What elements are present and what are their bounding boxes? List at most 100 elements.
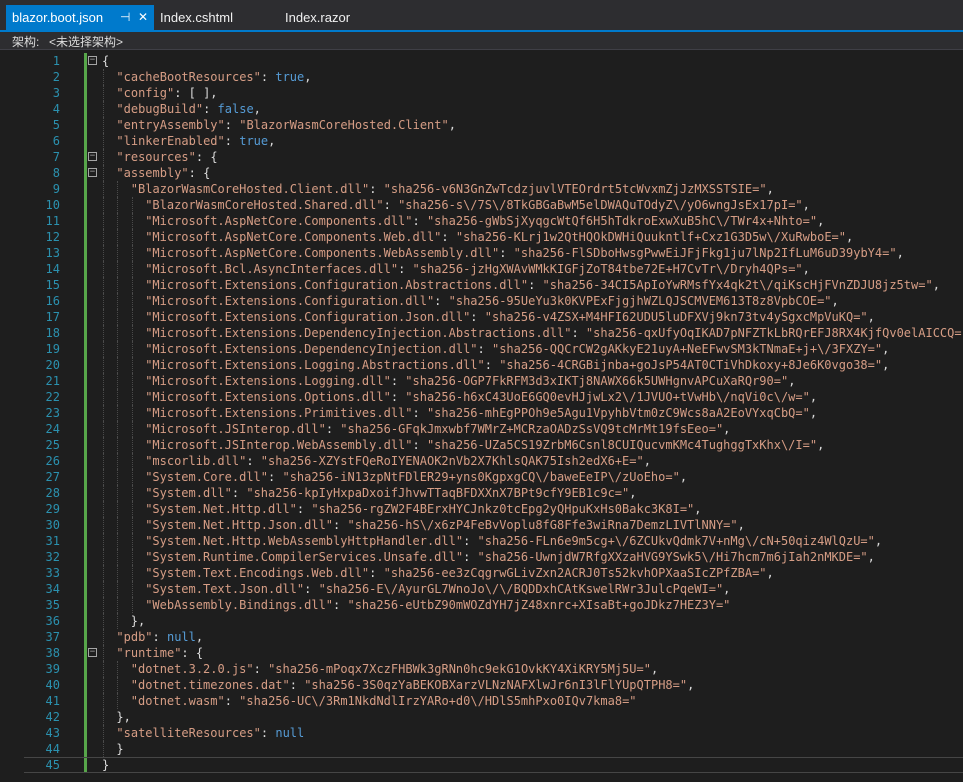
code-line[interactable]: 25 "Microsoft.JSInterop.WebAssembly.dll":… xyxy=(0,437,963,453)
indent-guide xyxy=(131,421,134,437)
collapse-icon[interactable]: − xyxy=(88,648,97,657)
change-indicator xyxy=(84,133,87,149)
line-number: 28 xyxy=(45,486,60,500)
scope-dropdown[interactable]: <未选择架构> xyxy=(49,33,123,50)
code-text: "Microsoft.JSInterop.dll": "sha256-GFqkJ… xyxy=(145,422,731,436)
code-line[interactable]: 17 "Microsoft.Extensions.Configuration.Js… xyxy=(0,309,963,325)
indent-guide xyxy=(131,245,134,261)
code-line[interactable]: 16 "Microsoft.Extensions.Configuration.dl… xyxy=(0,293,963,309)
code-text: "Microsoft.Extensions.Primitives.dll": "… xyxy=(145,406,818,420)
tab-blazor-boot-json[interactable]: blazor.boot.json ⊣ ✕ xyxy=(6,5,154,30)
code-line[interactable]: 43 "satelliteResources": null xyxy=(0,725,963,741)
code-lines[interactable]: 1−{2 "cacheBootResources": true, 3 "config"… xyxy=(0,50,963,782)
code-text: "Microsoft.AspNetCore.Components.Web.dll… xyxy=(145,230,854,244)
pin-icon[interactable]: ⊣ xyxy=(120,5,130,30)
code-line[interactable]: 7 − "resources": { xyxy=(0,149,963,165)
change-indicator xyxy=(84,389,87,405)
code-line[interactable]: 31 "System.Net.Http.WebAssemblyHttpHandle… xyxy=(0,533,963,549)
code-line[interactable]: 41 "dotnet.wasm": "sha256-UC\/3Rm1NkdNdlI… xyxy=(0,693,963,709)
code-line[interactable]: 21 "Microsoft.Extensions.Logging.dll": "s… xyxy=(0,373,963,389)
code-line[interactable]: 13 "Microsoft.AspNetCore.Components.WebAs… xyxy=(0,245,963,261)
code-line[interactable]: 36}, xyxy=(0,613,963,629)
code-editor[interactable]: 1−{2 "cacheBootResources": true, 3 "config"… xyxy=(0,50,963,782)
code-text: { xyxy=(102,54,110,68)
indent-guide xyxy=(117,341,119,357)
code-text: "System.Net.Http.Json.dll": "sha256-hS\/… xyxy=(145,518,745,532)
indent-guide xyxy=(131,389,134,405)
code-line[interactable]: 39 "dotnet.3.2.0.js": "sha256-mPoqx7XczFH… xyxy=(0,661,963,677)
change-indicator xyxy=(84,549,87,565)
indent-guide xyxy=(131,341,134,357)
line-number: 27 xyxy=(45,470,60,484)
code-line[interactable]: 11 "Microsoft.AspNetCore.Components.dll":… xyxy=(0,213,963,229)
collapse-icon[interactable]: − xyxy=(88,56,97,65)
code-line[interactable]: 8 − "assembly": { xyxy=(0,165,963,181)
tab-index-razor[interactable]: Index.razor xyxy=(285,5,395,30)
code-line[interactable]: 4 "debugBuild": false, xyxy=(0,101,963,117)
code-line[interactable]: 29 "System.Net.Http.dll": "sha256-rgZW2F4… xyxy=(0,501,963,517)
code-line[interactable]: 30 "System.Net.Http.Json.dll": "sha256-hS… xyxy=(0,517,963,533)
code-line[interactable]: 10 "BlazorWasmCoreHosted.Shared.dll": "sh… xyxy=(0,197,963,213)
indent-guide xyxy=(131,437,134,453)
collapse-icon[interactable]: − xyxy=(88,168,97,177)
code-line[interactable]: 34 "System.Text.Json.dll": "sha256-E\/Ayu… xyxy=(0,581,963,597)
code-line[interactable]: 24 "Microsoft.JSInterop.dll": "sha256-GFq… xyxy=(0,421,963,437)
code-line[interactable]: 27 "System.Core.dll": "sha256-iN13zpNtFDl… xyxy=(0,469,963,485)
indent-guide xyxy=(117,613,119,629)
code-line[interactable]: 35 "WebAssembly.Bindings.dll": "sha256-eU… xyxy=(0,597,963,613)
code-line[interactable]: 2 "cacheBootResources": true, xyxy=(0,69,963,85)
code-line[interactable]: 23 "Microsoft.Extensions.Primitives.dll":… xyxy=(0,405,963,421)
code-line[interactable]: 42}, xyxy=(0,709,963,725)
change-indicator xyxy=(84,597,87,613)
change-indicator xyxy=(84,469,87,485)
code-line[interactable]: 18 "Microsoft.Extensions.DependencyInject… xyxy=(0,325,963,341)
indent-guide xyxy=(131,261,134,277)
code-line[interactable]: 32 "System.Runtime.CompilerServices.Unsaf… xyxy=(0,549,963,565)
indent-guide xyxy=(117,181,119,197)
indent-guide xyxy=(103,725,105,741)
indent-guide xyxy=(131,501,134,517)
indent-guide xyxy=(103,149,105,165)
code-line[interactable]: 15 "Microsoft.Extensions.Configuration.Ab… xyxy=(0,277,963,293)
code-line[interactable]: 3 "config": [ ], xyxy=(0,85,963,101)
code-line[interactable]: 1 −{ xyxy=(0,53,963,69)
line-number: 2 xyxy=(52,70,60,84)
line-number: 42 xyxy=(45,710,60,724)
indent-guide xyxy=(117,405,119,421)
indent-guide xyxy=(131,213,134,229)
code-text: } xyxy=(116,742,124,756)
line-number: 22 xyxy=(45,390,60,404)
code-line[interactable]: 26 "mscorlib.dll": "sha256-XZYstFQeRoIYEN… xyxy=(0,453,963,469)
code-line[interactable]: 44} xyxy=(0,741,963,757)
indent-guide xyxy=(131,485,134,501)
code-text: "linkerEnabled": true, xyxy=(116,134,276,148)
code-line[interactable]: 33 "System.Text.Encodings.Web.dll": "sha2… xyxy=(0,565,963,581)
line-number: 26 xyxy=(45,454,60,468)
code-line[interactable]: 28 "System.dll": "sha256-kpIyHxpaDxoifJhv… xyxy=(0,485,963,501)
code-line[interactable]: 14 "Microsoft.Bcl.AsyncInterfaces.dll": "… xyxy=(0,261,963,277)
indent-guide xyxy=(131,293,134,309)
tab-label: Index.razor xyxy=(285,10,351,25)
code-line[interactable]: 22 "Microsoft.Extensions.Options.dll": "s… xyxy=(0,389,963,405)
code-line[interactable]: 6 "linkerEnabled": true, xyxy=(0,133,963,149)
code-line[interactable]: 20 "Microsoft.Extensions.Logging.Abstract… xyxy=(0,357,963,373)
line-number: 7 xyxy=(52,150,60,164)
code-line[interactable]: 9 "BlazorWasmCoreHosted.Client.dll": "sha… xyxy=(0,181,963,197)
code-line[interactable]: 5 "entryAssembly": "BlazorWasmCoreHosted.… xyxy=(0,117,963,133)
tab-index-cshtml[interactable]: Index.cshtml xyxy=(160,5,270,30)
change-indicator xyxy=(84,357,87,373)
code-line[interactable]: 19 "Microsoft.Extensions.DependencyInject… xyxy=(0,341,963,357)
code-line[interactable]: 38 − "runtime": { xyxy=(0,645,963,661)
change-indicator xyxy=(84,453,87,469)
line-number: 32 xyxy=(45,550,60,564)
code-text: "System.Runtime.CompilerServices.Unsafe.… xyxy=(145,550,875,564)
code-line[interactable]: 12 "Microsoft.AspNetCore.Components.Web.d… xyxy=(0,229,963,245)
collapse-icon[interactable]: − xyxy=(88,152,97,161)
indent-guide xyxy=(117,469,119,485)
close-icon[interactable]: ✕ xyxy=(138,5,148,30)
code-line[interactable]: 40 "dotnet.timezones.dat": "sha256-3S0qzY… xyxy=(0,677,963,693)
indent-guide xyxy=(131,581,134,597)
code-line[interactable]: 37 "pdb": null, xyxy=(0,629,963,645)
code-text: "System.Text.Encodings.Web.dll": "sha256… xyxy=(145,566,774,580)
change-indicator xyxy=(84,181,87,197)
